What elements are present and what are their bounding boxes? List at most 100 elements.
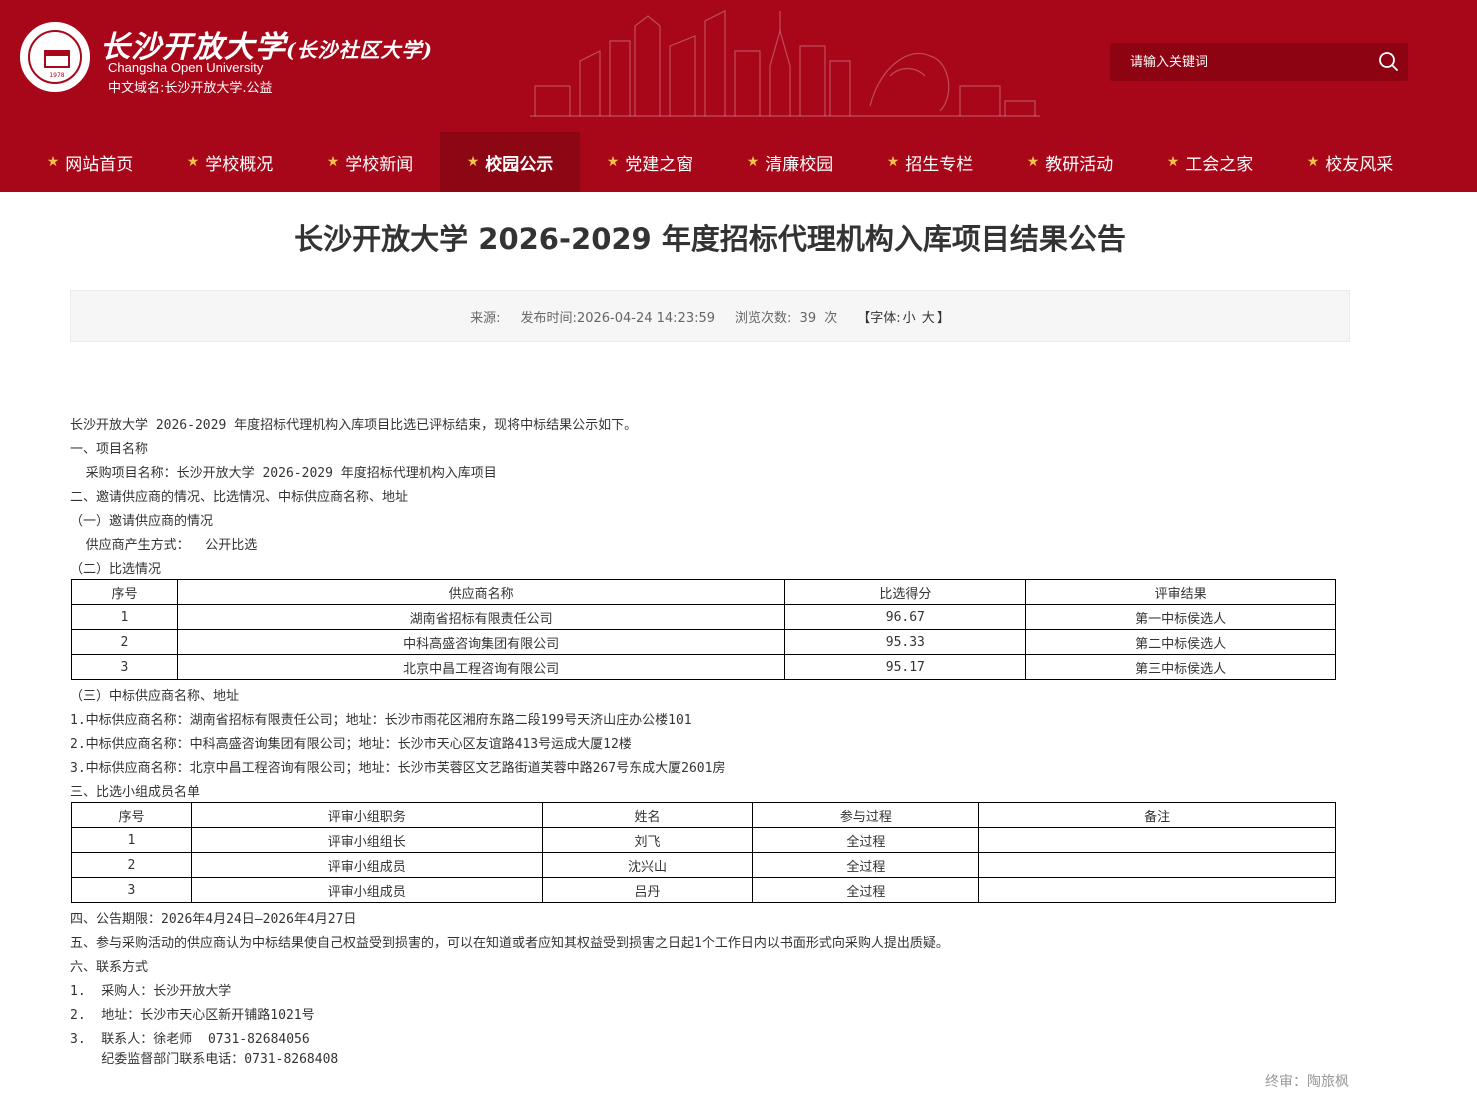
meta-views-count: 39 (799, 310, 817, 326)
section-4-line: 四、公告期限：2026年4月24日—2026年4月27日 (70, 912, 357, 927)
table-cell: 评审小组成员 (190, 852, 543, 878)
table-cell: 95.17 (784, 654, 1027, 680)
meta-publish-value: 2026-04-24 14:23:59 (576, 310, 716, 326)
table-header-cell: 序号 (71, 802, 192, 828)
nav-item-label: 教研活动 (1045, 154, 1114, 175)
brand-domain: 中文域名:长沙开放大学.公益 (108, 81, 273, 96)
table-header-cell: 备注 (978, 802, 1336, 828)
star-icon: ★ (466, 154, 480, 170)
section-2a-line: 供应商产生方式： 公开比选 (70, 538, 258, 553)
table-cell: 全过程 (752, 852, 980, 878)
table-row: 2 评审小组成员 沈兴山 全过程 (71, 852, 1336, 878)
table-header-row: 序号 供应商名称 比选得分 评审结果 (71, 579, 1336, 605)
nav-item-admissions[interactable]: ★ 招生专栏 (860, 132, 1000, 192)
table-cell: 吕丹 (541, 877, 754, 903)
nav-item-integrity[interactable]: ★ 清廉校园 (720, 132, 860, 192)
section-2a-heading: （一）邀请供应商的情况 (70, 514, 214, 529)
table-cell: 1 (71, 604, 178, 630)
nav-item-label: 工会之家 (1185, 154, 1254, 175)
table-cell (978, 827, 1336, 853)
star-icon: ★ (1026, 154, 1040, 170)
nav-item-party[interactable]: ★ 党建之窗 (580, 132, 720, 192)
search-box (1110, 43, 1408, 81)
meta-publish-time: 发布时间:2026-04-24 14:23:59 (521, 307, 715, 326)
font-label-open: 【字体: (857, 310, 901, 326)
table-header-row: 序号 评审小组职务 姓名 参与过程 备注 (71, 802, 1336, 828)
table-cell (978, 877, 1336, 903)
contact-line: 1. 采购人：长沙开放大学 (70, 984, 232, 999)
section-1-line: 采购项目名称：长沙开放大学 2026-2029 年度招标代理机构入库项目 (70, 466, 497, 481)
nav-item-notices[interactable]: ★ 校园公示 (440, 132, 580, 192)
contact-line: 2. 地址：长沙市天心区新开铺路1021号 (70, 1008, 315, 1023)
table-cell: 全过程 (752, 877, 980, 903)
nav-item-research[interactable]: ★ 教研活动 (1000, 132, 1140, 192)
section-2-heading: 二、邀请供应商的情况、比选情况、中标供应商名称、地址 (70, 490, 409, 505)
star-icon: ★ (46, 154, 60, 170)
table-header-cell: 参与过程 (752, 802, 980, 828)
nav-item-label: 学校概况 (205, 154, 274, 175)
section-5-line: 五、参与采购活动的供应商认为中标结果使自己权益受到损害的，可以在知道或者应知其权… (70, 936, 949, 951)
nav-item-union[interactable]: ★ 工会之家 (1140, 132, 1280, 192)
article-title: 长沙开放大学 2026-2029 年度招标代理机构入库项目结果公告 (294, 222, 1126, 256)
font-small-button[interactable]: 小 (903, 311, 916, 326)
table-cell: 评审小组组长 (190, 827, 543, 853)
search-input[interactable] (1120, 43, 1370, 81)
table-cell: 中科高盛咨询集团有限公司 (176, 629, 786, 655)
nav-item-label: 校友风采 (1325, 154, 1394, 175)
table-cell: 3 (71, 654, 178, 680)
table-cell: 2 (71, 629, 178, 655)
site-header: 1978 长沙开放大学(长沙社区大学) Changsha Open Univer… (0, 0, 1477, 192)
table-cell: 第三中标侯选人 (1025, 654, 1336, 680)
star-icon: ★ (1166, 154, 1180, 170)
table-cell: 湖南省招标有限责任公司 (176, 604, 786, 630)
nav-item-news[interactable]: ★ 学校新闻 (300, 132, 440, 192)
winner-line: 3.中标供应商名称：北京中昌工程咨询有限公司；地址：长沙市芙蓉区文艺路街道芙蓉中… (70, 761, 726, 776)
section-3-heading: 三、比选小组成员名单 (70, 785, 201, 800)
review-panel-table: 序号 评审小组职务 姓名 参与过程 备注 1 评审小组组长 刘飞 全过程 2 评… (71, 802, 1336, 903)
final-reviewer: 终审：陶旅枫 (1265, 1074, 1349, 1090)
nav-item-label: 清廉校园 (765, 154, 834, 175)
bid-results-table: 序号 供应商名称 比选得分 评审结果 1 湖南省招标有限责任公司 96.67 第… (71, 579, 1336, 680)
table-cell: 沈兴山 (541, 852, 754, 878)
meta-publish-label: 发布时间: (520, 310, 577, 326)
header-banner: 1978 长沙开放大学(长沙社区大学) Changsha Open Univer… (0, 0, 1477, 132)
table-cell: 第二中标侯选人 (1025, 629, 1336, 655)
table-cell: 96.67 (784, 604, 1027, 630)
table-cell: 全过程 (752, 827, 980, 853)
table-cell: 1 (71, 827, 192, 853)
table-header-cell: 评审小组职务 (190, 802, 543, 828)
contact-line: 3. 联系人：徐老师 0731-82684056 (70, 1032, 310, 1047)
nav-item-label: 校园公示 (485, 154, 554, 175)
university-logo[interactable]: 1978 (20, 22, 90, 92)
intro-paragraph: 长沙开放大学 2026-2029 年度招标代理机构入库项目比选已评标结束，现将中… (70, 418, 638, 433)
brand-name-en: Changsha Open University (108, 60, 264, 75)
section-1-heading: 一、项目名称 (70, 442, 149, 457)
star-icon: ★ (1306, 154, 1320, 170)
star-icon: ★ (326, 154, 340, 170)
section-2c-heading: （三）中标供应商名称、地址 (70, 689, 240, 704)
table-cell: 刘飞 (541, 827, 754, 853)
logo-year: 1978 (49, 72, 65, 79)
logo-emblem: 1978 (28, 30, 82, 84)
city-skyline-graphic (530, 10, 1040, 117)
search-icon[interactable] (1376, 49, 1402, 75)
meta-views-unit: 次 (824, 310, 838, 326)
table-row: 3 北京中昌工程咨询有限公司 95.17 第三中标侯选人 (71, 654, 1336, 680)
nav-item-overview[interactable]: ★ 学校概况 (160, 132, 300, 192)
star-icon: ★ (886, 154, 900, 170)
table-cell: 第一中标侯选人 (1025, 604, 1336, 630)
table-header-cell: 姓名 (541, 802, 754, 828)
table-row: 1 湖南省招标有限责任公司 96.67 第一中标侯选人 (71, 604, 1336, 630)
nav-item-label: 招生专栏 (905, 154, 974, 175)
table-row: 3 评审小组成员 吕丹 全过程 (71, 877, 1336, 903)
main-nav: ★ 网站首页 ★ 学校概况 ★ 学校新闻 ★ 校园公示 ★ 党建之窗 ★ 清廉校园 ★ 招生专… (20, 132, 1420, 192)
font-label-close: 】 (936, 310, 950, 326)
nav-item-alumni[interactable]: ★ 校友风采 (1280, 132, 1420, 192)
article-meta: 来源: 发布时间:2026-04-24 14:23:59 浏览次数: 39 次 … (70, 290, 1350, 342)
nav-item-home[interactable]: ★ 网站首页 (20, 132, 160, 192)
table-cell: 95.33 (784, 629, 1027, 655)
table-cell: 评审小组成员 (190, 877, 543, 903)
font-large-button[interactable]: 大 (922, 311, 935, 326)
table-cell: 北京中昌工程咨询有限公司 (176, 654, 786, 680)
meta-source-label: 来源: (470, 310, 501, 326)
